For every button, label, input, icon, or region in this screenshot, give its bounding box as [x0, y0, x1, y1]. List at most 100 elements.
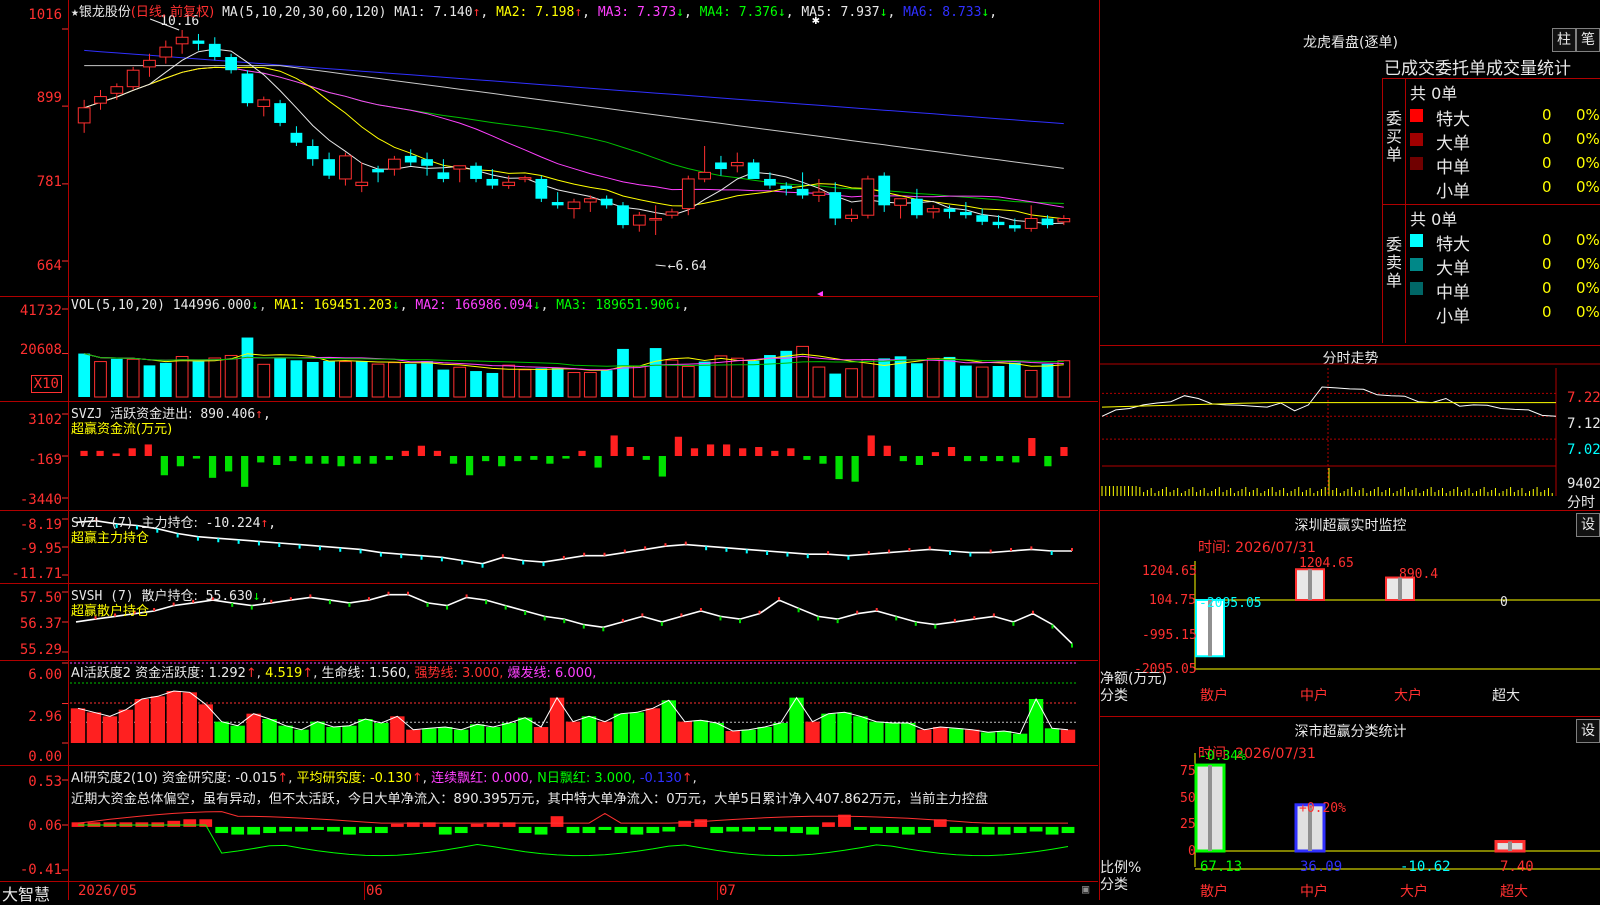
order-size-row: 大单 0 0%: [1408, 128, 1600, 154]
candle-body: [94, 96, 107, 104]
activity-bar: [821, 713, 836, 743]
kline-chart[interactable]: 10.16←6.64✱: [0, 0, 1098, 296]
indicator-value-2: 4.519: [265, 666, 303, 681]
ai-commentary: 近期大资金总体偏空，虽有异动，但不太活跃，今日大单净流入：890.395万元，其…: [71, 792, 989, 807]
volume-bar: [943, 356, 956, 397]
candle-body: [911, 198, 923, 216]
flow-bar: [562, 456, 570, 459]
order-percent: 0%: [1576, 303, 1600, 321]
research-bar: [263, 826, 276, 834]
tab-volume-stats[interactable]: 成交量统计: [1486, 59, 1571, 79]
order-size-name: 大单: [1436, 134, 1470, 154]
activity-bar: [342, 725, 357, 743]
research-bar: [359, 826, 372, 834]
candle-body: [241, 73, 254, 104]
classify-panel[interactable]: 深市超赢分类统计 设 时间: 2026/07/31 75 50 25 0 比例%…: [1099, 717, 1600, 900]
lock-icon[interactable]: ▣: [1082, 882, 1089, 896]
order-percent: 0%: [1576, 178, 1600, 196]
monitor-chart[interactable]: [1100, 511, 1600, 716]
order-size-row: 中单 0 0%: [1408, 152, 1600, 178]
y-tick-label: 25: [1180, 817, 1196, 832]
research-bar: [534, 826, 548, 835]
avg-research-label: 平均研究度: -0.130: [296, 771, 412, 786]
research-bar: [390, 823, 404, 827]
indicator-value: -0.015: [235, 771, 278, 786]
order-count: 0: [1542, 154, 1552, 172]
flow-bar: [642, 456, 650, 460]
svzl-panel[interactable]: -8.19 -9.95 -11.71 SVZL (7) 主力持仓: -10.22…: [0, 511, 1098, 584]
brand-logo[interactable]: 大智慧: [2, 881, 50, 905]
tab-filled[interactable]: 已成交: [1384, 59, 1435, 79]
monitor-x-title: 分类: [1100, 688, 1128, 704]
ai-active-panel[interactable]: 6.00 2.96 0.00 AI活跃度2 资金活跃度: 1.292↑, 4.5…: [0, 661, 1098, 766]
value-label: -10.62: [1400, 859, 1451, 875]
candle-body: [323, 159, 335, 176]
research-bar: [1061, 826, 1075, 834]
tab-orders[interactable]: 委托单: [1435, 59, 1486, 79]
ai-research-panel[interactable]: 0.53 0.06 -0.41 AI研究度2(10) 资金研究度: -0.015…: [0, 766, 1098, 882]
y-tick-label: 0: [1188, 844, 1196, 859]
volume-bar: [567, 372, 581, 398]
activity-bar: [485, 727, 501, 743]
life-line-label: 生命线: 1.560,: [321, 666, 411, 681]
flow-bar: [192, 456, 201, 459]
tick-mode-button[interactable]: 笔: [1576, 28, 1600, 52]
intraday-chart[interactable]: [1100, 346, 1600, 510]
stock-name[interactable]: 银龙股份: [79, 5, 131, 20]
volume-bar: [1008, 362, 1021, 397]
volume-bar: [94, 361, 107, 398]
category-label: 散户: [1200, 884, 1228, 900]
kline-panel[interactable]: 1016 899 781 664 10.16 ←6.64 ✱ ★银龙股份(日线, 前…: [0, 0, 1098, 297]
flow-bar: [482, 456, 490, 462]
order-count: 0: [1542, 279, 1552, 297]
flow-bar: [241, 456, 249, 487]
research-bar: [470, 823, 484, 827]
activity-bar: [1012, 733, 1028, 743]
volume-panel[interactable]: 41732 20608 X10 VOL(5,10,20) 144996.000↓…: [0, 297, 1098, 402]
order-size-row: 大单 0 0%: [1408, 253, 1600, 279]
activity-bar: [757, 727, 772, 743]
color-swatch: [1410, 133, 1423, 146]
candle-body: [1024, 218, 1038, 229]
candle-body: [878, 175, 891, 206]
candle-body: [959, 211, 972, 216]
flow-bar: [626, 447, 634, 456]
activity-bar: [677, 721, 692, 743]
flow-bar: [337, 456, 345, 467]
intraday-panel[interactable]: 分时走势 7.22 7.12 7.02 9402 分时: [1099, 346, 1600, 511]
flow-bar: [578, 450, 586, 456]
svsh-panel[interactable]: 57.50 56.37 55.29 SVSH (7) 散户持仓: 55.630↓…: [0, 584, 1098, 661]
candle-body: [1041, 218, 1054, 226]
research-bar: [167, 820, 181, 827]
candle-body: [1008, 225, 1021, 229]
research-bar: [454, 826, 468, 834]
volume-bar: [926, 357, 940, 398]
category-label: 大户: [1394, 688, 1422, 704]
research-bar: [758, 826, 772, 830]
flow-bar: [112, 453, 120, 456]
volume-bar: [388, 362, 401, 398]
period-mode[interactable]: (日线, 前复权): [131, 5, 214, 20]
activity-bar: [741, 729, 756, 743]
research-bar: [981, 826, 995, 835]
order-count: 0: [1542, 231, 1552, 249]
low-marker: [655, 264, 666, 267]
research-bar: [374, 826, 388, 834]
volume-bar: [208, 357, 222, 398]
flow-bar: [546, 456, 554, 464]
svzj-panel[interactable]: 3102 -169 -3440 SVZJ 活跃资金进出: 890.406↑, 超…: [0, 402, 1098, 511]
favorite-star-icon[interactable]: ★: [71, 5, 79, 20]
flow-bar: [498, 456, 506, 467]
bar-mode-button[interactable]: 柱: [1552, 28, 1576, 52]
order-percent: 0%: [1576, 255, 1600, 273]
activity-bar: [262, 719, 277, 743]
activity-bar: [980, 732, 996, 743]
flow-bar: [1060, 447, 1068, 456]
research-bar: [710, 826, 724, 834]
volume-bar: [143, 365, 156, 397]
monitor-panel[interactable]: 深圳超赢实时监控 设 时间: 2026/07/31 1204.65 104.75…: [1099, 511, 1600, 717]
activity-bar: [182, 692, 197, 743]
volume-bar: [698, 361, 711, 397]
flow-bar: [899, 456, 907, 462]
lhb-title: 龙虎看盘(逐单): [1303, 35, 1398, 51]
